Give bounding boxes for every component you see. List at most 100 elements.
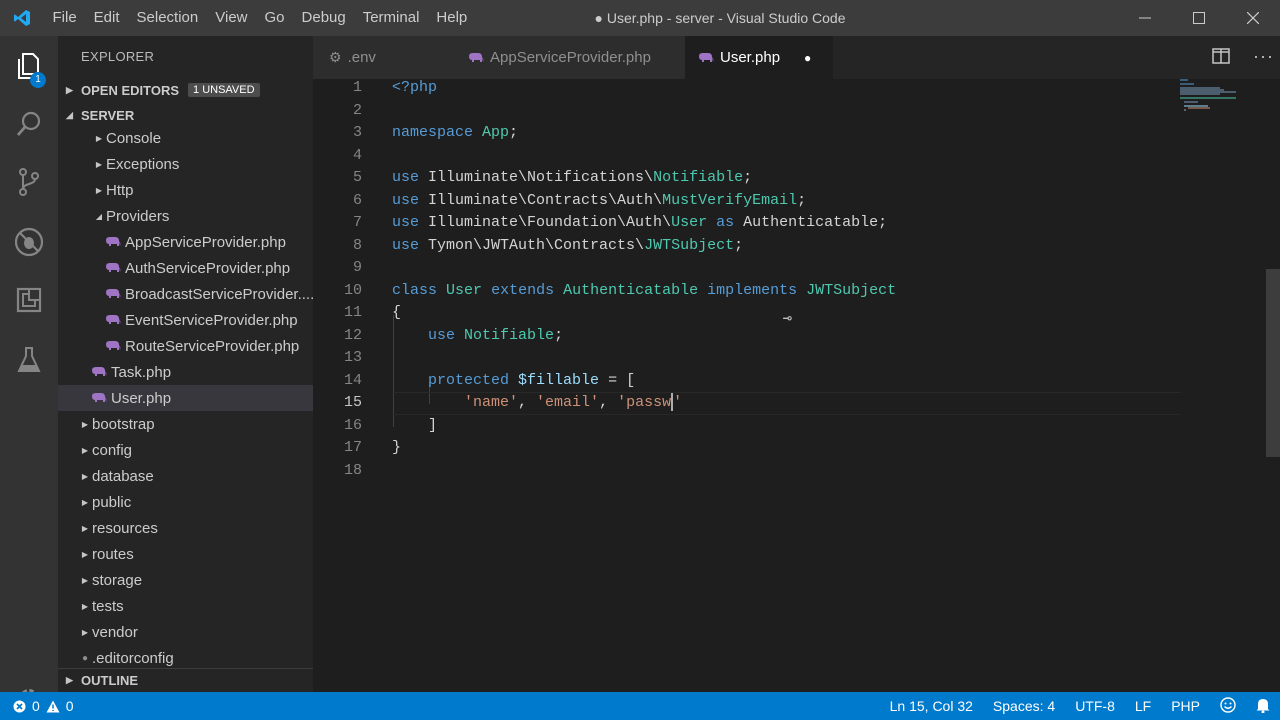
extensions-icon — [16, 287, 42, 313]
chevron-right-icon: ▶ — [81, 601, 89, 611]
menu-terminal[interactable]: Terminal — [354, 0, 428, 36]
tree-file-eventserviceprovider[interactable]: EventServiceProvider.php — [58, 307, 313, 333]
tree-folder-tests[interactable]: ▶ tests — [58, 593, 313, 619]
chevron-right-icon: ▶ — [95, 185, 103, 195]
line-number: 6 — [352, 191, 362, 209]
tab-user[interactable]: User.php ● — [685, 36, 833, 79]
title-bar: File Edit Selection View Go Debug Termin… — [0, 0, 1280, 36]
source-control-activity-button[interactable] — [0, 158, 58, 206]
problems-indicator[interactable]: 0 0 — [13, 692, 74, 720]
line-number: 2 — [352, 101, 362, 119]
chevron-down-icon: ◢ — [66, 109, 73, 120]
tree-folder-config[interactable]: ▶ config — [58, 437, 313, 463]
split-editor-button[interactable] — [1212, 48, 1230, 69]
bell-icon — [1256, 698, 1270, 713]
php-elephant-icon — [469, 52, 484, 62]
server-folder-header[interactable]: ◢ SERVER — [58, 104, 313, 126]
tree-folder-public[interactable]: ▶ public — [58, 489, 313, 515]
tree-file-authserviceprovider[interactable]: AuthServiceProvider.php — [58, 255, 313, 281]
code-line-active: 15 'name', 'email', 'passw ' — [313, 392, 1280, 415]
code-text: <?php — [392, 77, 437, 100]
code-line: 6 use Illuminate\Contracts\Auth\MustVerif… — [313, 190, 1280, 213]
tree-item-label: resources — [92, 519, 158, 537]
vertical-scrollbar[interactable] — [1266, 269, 1280, 457]
tree-folder-database[interactable]: ▶ database — [58, 463, 313, 489]
menu-go[interactable]: Go — [256, 0, 293, 36]
code-line: 5 use Illuminate\Notifications\Notifiable… — [313, 167, 1280, 190]
tree-folder-routes[interactable]: ▶ routes — [58, 541, 313, 567]
chevron-right-icon: ▶ — [81, 575, 89, 585]
vscode-logo-icon — [0, 0, 44, 36]
tree-folder-providers[interactable]: ◢ Providers — [58, 203, 313, 229]
outline-header[interactable]: ▶ OUTLINE — [58, 668, 313, 691]
close-button[interactable] — [1226, 0, 1280, 36]
code-token: <?php — [392, 79, 438, 96]
line-number: 17 — [343, 439, 362, 456]
explorer-activity-button[interactable]: 1 — [0, 42, 58, 90]
php-elephant-icon — [106, 315, 121, 324]
indentation-setting[interactable]: Spaces: 4 — [983, 698, 1065, 714]
tree-file-broadcastserviceprovider[interactable]: BroadcastServiceProvider.... — [58, 281, 313, 307]
cursor-position[interactable]: Ln 15, Col 32 — [880, 698, 983, 714]
menu-file[interactable]: File — [44, 0, 85, 36]
tree-folder-console[interactable]: ▶ Console — [58, 125, 313, 151]
minimize-icon — [1139, 17, 1151, 19]
tree-item-label: public — [92, 493, 132, 511]
language-mode[interactable]: PHP — [1161, 698, 1210, 714]
code-text: } — [392, 439, 402, 456]
chevron-right-icon: ▶ — [81, 419, 89, 429]
tree-folder-resources[interactable]: ▶ resources — [58, 515, 313, 541]
code-line: 16 ] — [313, 415, 1280, 438]
line-number: 15 — [343, 394, 362, 411]
tree-file-appserviceprovider[interactable]: AppServiceProvider.php — [58, 229, 313, 255]
tree-folder-exceptions[interactable]: ▶ Exceptions — [58, 151, 313, 177]
extensions-activity-button[interactable] — [0, 276, 58, 324]
search-activity-button[interactable] — [0, 100, 58, 148]
menu-selection[interactable]: Selection — [128, 0, 207, 36]
code-line: 10 class User extends Authenticatable imp… — [313, 280, 1280, 303]
tree-folder-http[interactable]: ▶ Http — [58, 177, 313, 203]
menu-view[interactable]: View — [207, 0, 256, 36]
tree-item-label: bootstrap — [92, 415, 155, 433]
tree-file-user[interactable]: User.php — [58, 385, 313, 411]
tree-folder-storage[interactable]: ▶ storage — [58, 567, 313, 593]
chevron-right-icon: ▶ — [95, 133, 103, 143]
tree-file-task[interactable]: Task.php — [58, 359, 313, 385]
line-number: 16 — [343, 416, 362, 434]
open-editors-header[interactable]: ▶ OPEN EDITORS 1 UNSAVED — [58, 79, 313, 101]
line-number: 11 — [343, 304, 362, 321]
tab-label: User.php — [720, 49, 781, 66]
php-elephant-icon — [106, 341, 121, 350]
eol-setting[interactable]: LF — [1125, 698, 1161, 714]
unsaved-dot-icon[interactable]: ● — [804, 51, 811, 65]
menu-edit[interactable]: Edit — [85, 0, 128, 36]
tab-appserviceprovider[interactable]: AppServiceProvider.php — [453, 36, 698, 79]
menu-help[interactable]: Help — [428, 0, 476, 36]
mouse-ibeam-icon: ⊸ — [783, 311, 793, 328]
minimize-button[interactable] — [1118, 0, 1172, 36]
code-line: 2 — [313, 100, 1280, 123]
tab-env[interactable]: ⚙ .env — [313, 36, 467, 79]
line-number: 13 — [343, 349, 362, 366]
encoding-setting[interactable]: UTF-8 — [1065, 698, 1125, 714]
debug-activity-button[interactable] — [0, 218, 58, 266]
minimap[interactable] — [1180, 79, 1250, 119]
tree-file-routeserviceprovider[interactable]: RouteServiceProvider.php — [58, 333, 313, 359]
test-activity-button[interactable] — [0, 336, 58, 384]
feedback-button[interactable] — [1210, 696, 1246, 716]
notifications-button[interactable] — [1246, 697, 1280, 716]
tree-folder-vendor[interactable]: ▶ vendor — [58, 619, 313, 645]
code-text: protected $fillable = [ — [428, 371, 636, 389]
gear-icon: ⚙ — [329, 49, 342, 65]
tree-item-label: EventServiceProvider.php — [125, 311, 298, 329]
menu-debug[interactable]: Debug — [293, 0, 354, 36]
tree-item-label: Http — [106, 181, 134, 199]
line-number: 5 — [352, 169, 362, 186]
more-actions-icon[interactable]: ··· — [1253, 46, 1274, 67]
code-editor[interactable]: 1 <?php 2 3 namespace App; 4 5 use Illumina… — [313, 79, 1280, 692]
tree-folder-bootstrap[interactable]: ▶ bootstrap — [58, 411, 313, 437]
maximize-button[interactable] — [1172, 0, 1226, 36]
warning-icon — [46, 700, 60, 712]
error-icon — [13, 700, 26, 712]
explorer-badge: 1 — [30, 72, 46, 88]
